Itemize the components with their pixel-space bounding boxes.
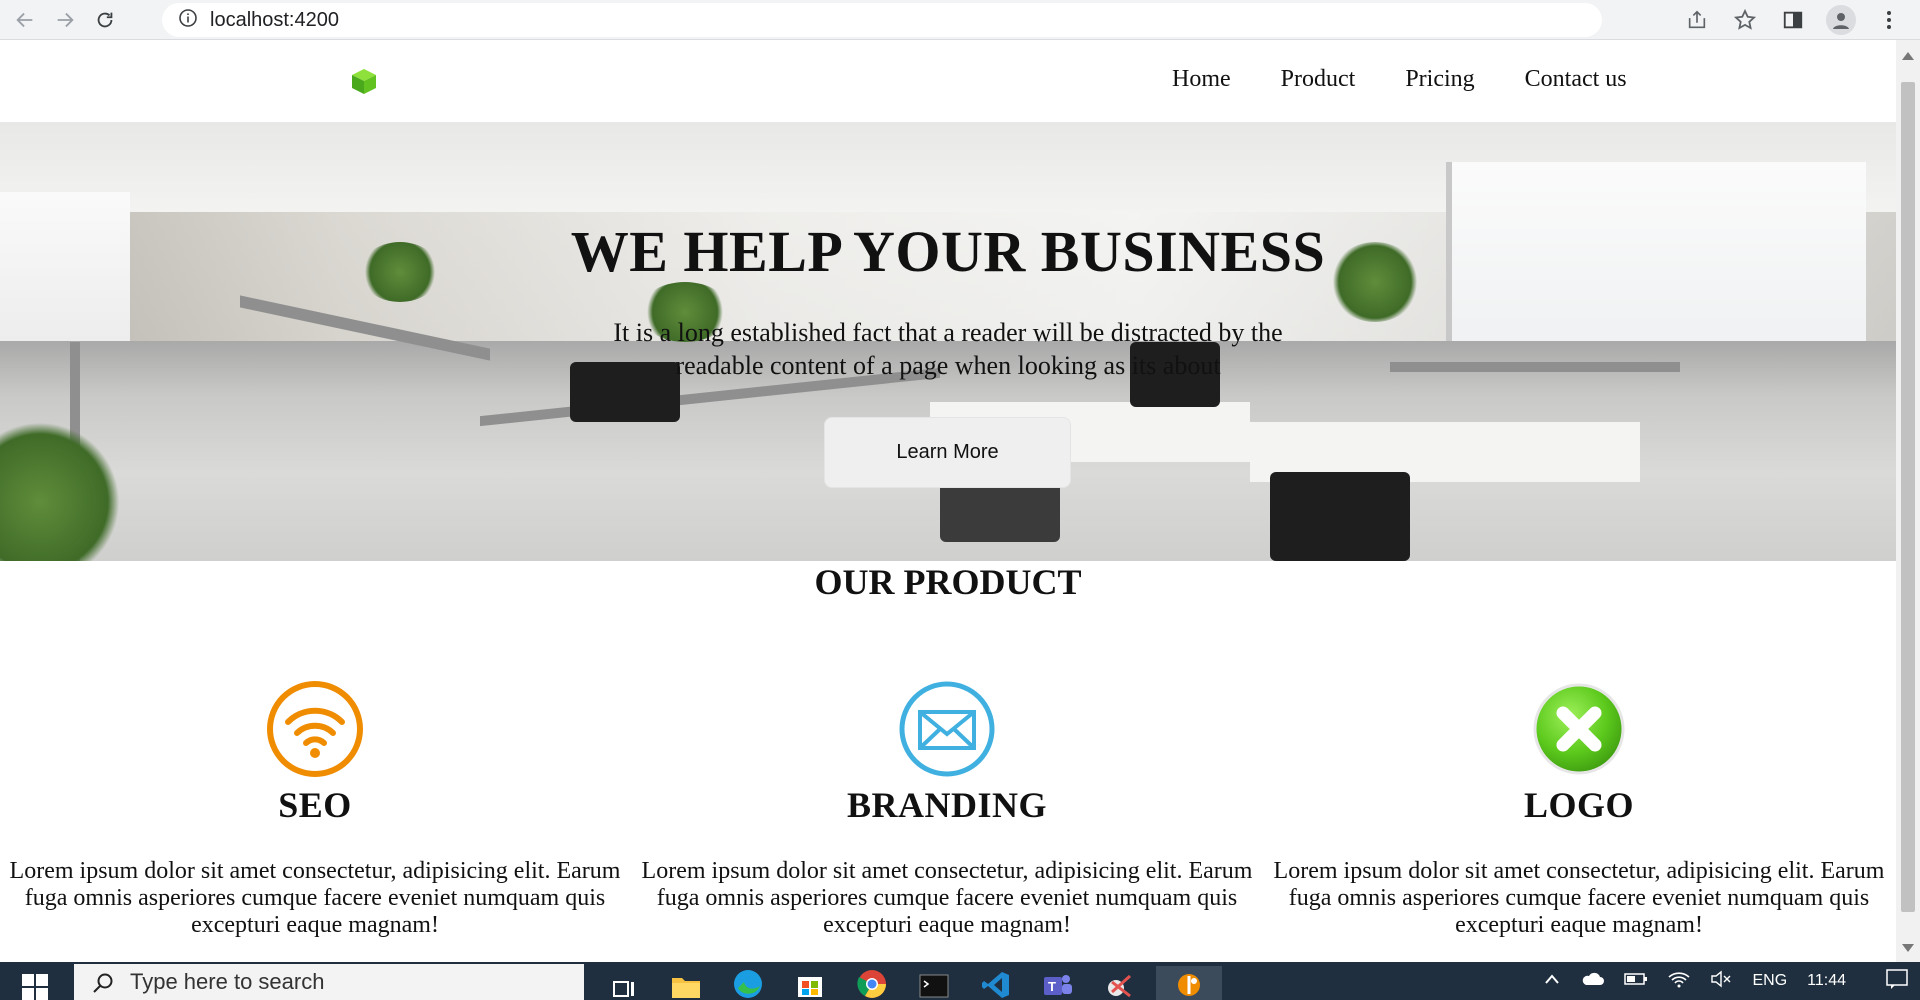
nav-home[interactable]: Home xyxy=(1172,66,1231,93)
side-panel-icon xyxy=(1783,11,1803,29)
share-button[interactable] xyxy=(1680,3,1714,37)
product-name: LOGO xyxy=(1523,785,1635,825)
arrow-left-icon xyxy=(16,12,33,27)
taskbar: Type here to search T ENG 11:44 xyxy=(0,962,1920,1000)
hero-banner: WE HELP YOUR BUSINESS It is a long estab… xyxy=(0,122,1896,561)
taskbar-search[interactable]: Type here to search xyxy=(74,964,584,1000)
snipping-tool-icon[interactable] xyxy=(1102,966,1138,1000)
cube-logo-icon xyxy=(352,69,376,94)
person-icon xyxy=(1833,13,1849,29)
back-button[interactable] xyxy=(10,5,40,35)
clock-time: 11:44 xyxy=(1807,972,1846,989)
product-name: BRANDING xyxy=(846,785,1047,825)
page-viewport: Home Product Pricing Contact us WE HELP … xyxy=(0,40,1920,962)
nav-contact[interactable]: Contact us xyxy=(1525,66,1627,93)
star-icon xyxy=(1733,8,1757,30)
hero-text: It is a long established fact that a rea… xyxy=(613,318,1283,380)
forward-button[interactable] xyxy=(50,5,80,35)
wifi-icon xyxy=(266,680,364,778)
scroll-down-icon[interactable] xyxy=(1902,944,1914,952)
scroll-up-icon[interactable] xyxy=(1902,52,1914,60)
wifi-tray-icon[interactable] xyxy=(1668,970,1691,993)
site: Home Product Pricing Contact us WE HELP … xyxy=(0,40,1896,962)
store-icon[interactable] xyxy=(792,966,828,1000)
close-circle-icon xyxy=(1530,680,1628,778)
bookmark-button[interactable] xyxy=(1728,3,1762,37)
product-card-branding: BRANDING Lorem ipsum dolor sit amet cons… xyxy=(632,680,1262,939)
page-scrollbar[interactable] xyxy=(1896,40,1920,962)
nav-pricing[interactable]: Pricing xyxy=(1405,66,1474,93)
share-icon xyxy=(1688,10,1706,29)
browser-toolbar: localhost:4200 xyxy=(0,0,1920,40)
product-name: SEO xyxy=(278,785,352,825)
site-header: Home Product Pricing Contact us xyxy=(0,40,1896,122)
hero-title: WE HELP YOUR BUSINESS xyxy=(570,219,1326,284)
clock[interactable]: 11:44 xyxy=(1807,972,1846,990)
file-explorer-icon[interactable] xyxy=(668,966,704,1000)
hero-bg-partition xyxy=(1390,362,1680,372)
language-indicator[interactable]: ENG xyxy=(1752,972,1787,990)
product-text: Lorem ipsum dolor sit amet consectetur, … xyxy=(1273,858,1885,938)
site-nav: Home Product Pricing Contact us xyxy=(1172,66,1627,93)
product-text: Lorem ipsum dolor sit amet consectetur, … xyxy=(9,858,621,938)
task-view-icon[interactable] xyxy=(606,966,642,1000)
chevron-up-icon[interactable] xyxy=(1544,972,1560,990)
teams-icon[interactable]: T xyxy=(1040,966,1076,1000)
notification-icon[interactable] xyxy=(1886,968,1908,994)
battery-icon[interactable] xyxy=(1624,971,1648,992)
scrollbar-thumb[interactable] xyxy=(1901,82,1915,912)
taskbar-apps: T xyxy=(606,966,1222,1000)
vscode-icon[interactable] xyxy=(978,966,1014,1000)
browser-actions xyxy=(1680,0,1920,40)
products-title: OUR PRODUCT xyxy=(814,562,1082,602)
more-vertical-icon xyxy=(1887,11,1891,29)
info-icon[interactable] xyxy=(178,8,198,33)
onedrive-icon[interactable] xyxy=(1580,971,1605,992)
reload-button[interactable] xyxy=(90,5,120,35)
windows-logo-icon xyxy=(22,974,48,1000)
product-card-logo: LOGO Lorem ipsum dolor sit amet consecte… xyxy=(1264,680,1894,939)
svg-text:T: T xyxy=(1048,979,1056,994)
screen: localhost:4200 Home Product Pricing Cont… xyxy=(0,0,1920,1000)
menu-button[interactable] xyxy=(1872,3,1906,37)
product-card-seo: SEO Lorem ipsum dolor sit amet consectet… xyxy=(0,680,630,939)
envelope-icon xyxy=(898,680,996,778)
profile-button[interactable] xyxy=(1824,3,1858,37)
address-bar[interactable]: localhost:4200 xyxy=(162,3,1602,37)
start-button[interactable] xyxy=(22,974,48,1000)
system-tray: ENG 11:44 xyxy=(1544,962,1920,1000)
search-placeholder: Type here to search xyxy=(130,969,325,994)
reload-icon xyxy=(97,12,113,27)
paint-icon[interactable] xyxy=(1156,966,1222,1000)
learn-more-button[interactable]: Learn More xyxy=(824,417,1071,488)
side-panel-button[interactable] xyxy=(1776,3,1810,37)
search-icon xyxy=(92,972,114,999)
avatar xyxy=(1826,5,1856,35)
arrow-right-icon xyxy=(57,12,74,27)
logo[interactable] xyxy=(349,66,379,96)
speaker-muted-icon[interactable] xyxy=(1710,970,1732,993)
chrome-icon[interactable] xyxy=(854,966,890,1000)
url-text: localhost:4200 xyxy=(210,8,339,31)
hero-bg-chair xyxy=(1270,472,1410,561)
edge-icon[interactable] xyxy=(730,966,766,1000)
hero-bg-printer xyxy=(940,482,1060,542)
nav-product[interactable]: Product xyxy=(1281,66,1356,93)
terminal-icon[interactable] xyxy=(916,966,952,1000)
product-text: Lorem ipsum dolor sit amet consectetur, … xyxy=(641,858,1253,938)
